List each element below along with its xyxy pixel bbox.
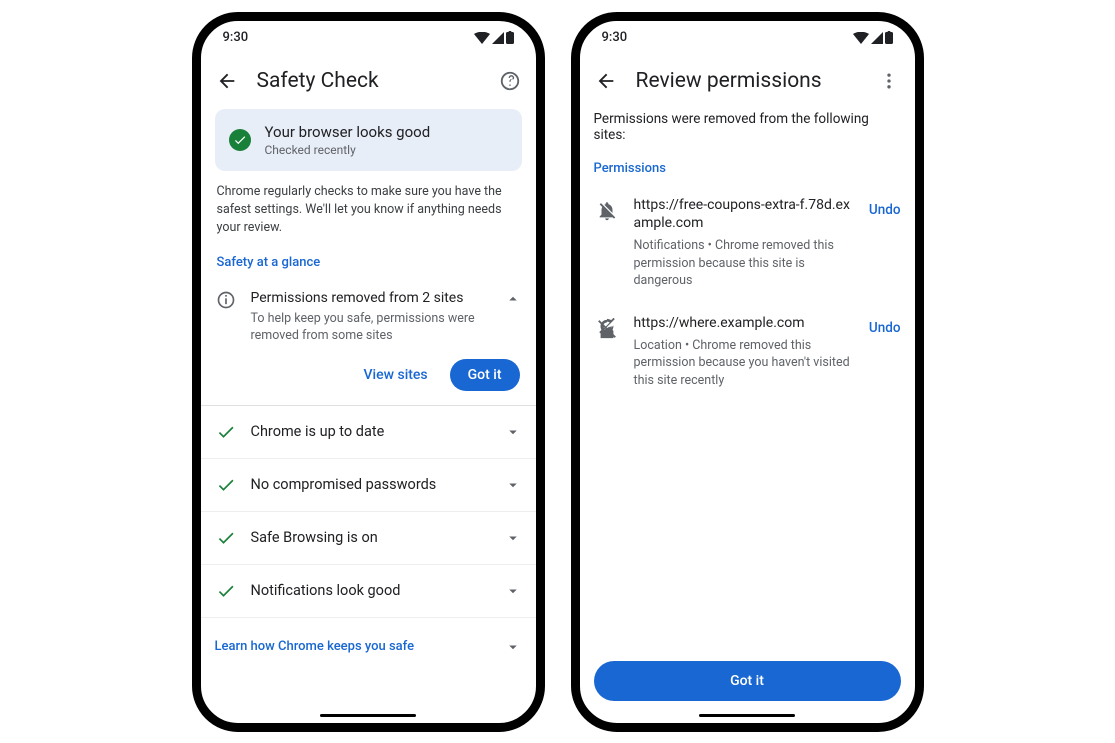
signal-icon xyxy=(492,32,504,44)
permissions-card: Permissions removed from 2 sites To help… xyxy=(201,276,536,406)
check-label: No compromised passwords xyxy=(251,476,490,493)
permissions-sub: To help keep you safe, permissions were … xyxy=(251,310,490,345)
status-time: 9:30 xyxy=(602,30,628,45)
check-icon xyxy=(215,528,237,548)
chevron-down-icon xyxy=(504,638,522,656)
arrow-back-icon xyxy=(595,70,617,92)
chevron-down-icon xyxy=(504,423,522,441)
status-icons xyxy=(474,31,514,44)
site-row: https://where.example.com Location • Chr… xyxy=(594,304,901,403)
undo-button[interactable]: Undo xyxy=(869,320,901,336)
undo-button[interactable]: Undo xyxy=(869,202,901,218)
chevron-up-icon[interactable] xyxy=(504,290,522,308)
site-url: https://where.example.com xyxy=(634,314,855,333)
chevron-down-icon xyxy=(504,476,522,494)
glance-label: Safety at a glance xyxy=(217,255,520,270)
check-row-safe-browsing[interactable]: Safe Browsing is on xyxy=(201,512,536,565)
site-desc: Location • Chrome removed this permissio… xyxy=(634,337,855,390)
check-label: Safe Browsing is on xyxy=(251,529,490,546)
check-icon xyxy=(215,475,237,495)
help-button[interactable] xyxy=(498,69,522,93)
status-bar: 9:30 xyxy=(580,21,915,55)
battery-icon xyxy=(885,31,893,44)
check-label: Notifications look good xyxy=(251,582,490,599)
info-icon xyxy=(215,290,237,310)
check-icon xyxy=(215,581,237,601)
app-bar: Review permissions xyxy=(580,55,915,107)
status-heading: Your browser looks good xyxy=(265,123,431,141)
back-button[interactable] xyxy=(594,69,618,93)
signal-icon xyxy=(871,32,883,44)
phone-right: 9:30 Review permissions Permissions were… xyxy=(571,12,924,732)
chevron-down-icon xyxy=(504,529,522,547)
status-bar: 9:30 xyxy=(201,21,536,55)
bell-off-icon xyxy=(594,198,620,224)
view-sites-button[interactable]: View sites xyxy=(350,359,442,391)
permissions-label: Permissions xyxy=(594,161,901,176)
phone-left: 9:30 Safety Check Your browser xyxy=(192,12,545,732)
battery-icon xyxy=(506,31,514,44)
check-icon xyxy=(215,422,237,442)
page-title: Safety Check xyxy=(257,69,480,93)
page-title: Review permissions xyxy=(636,69,859,93)
site-url: https://free-coupons-extra-f.78d.example… xyxy=(634,196,855,234)
got-it-button[interactable]: Got it xyxy=(594,661,901,701)
bottom-bar: Got it xyxy=(594,661,901,701)
arrow-back-icon xyxy=(216,70,238,92)
body-text: Chrome regularly checks to make sure you… xyxy=(217,183,520,237)
got-it-button[interactable]: Got it xyxy=(450,359,520,391)
wifi-icon xyxy=(474,32,490,44)
check-row-notifications[interactable]: Notifications look good xyxy=(201,565,536,618)
status-icons xyxy=(853,31,893,44)
check-row-update[interactable]: Chrome is up to date xyxy=(201,406,536,459)
intro-text: Permissions were removed from the follow… xyxy=(594,111,901,143)
learn-row[interactable]: Learn how Chrome keeps you safe xyxy=(215,628,522,666)
site-row: https://free-coupons-extra-f.78d.example… xyxy=(594,186,901,304)
location-off-icon xyxy=(594,316,620,342)
check-label: Chrome is up to date xyxy=(251,423,490,440)
check-row-passwords[interactable]: No compromised passwords xyxy=(201,459,536,512)
status-card: Your browser looks good Checked recently xyxy=(215,109,522,171)
check-circle-icon xyxy=(229,129,251,151)
chevron-down-icon xyxy=(504,582,522,600)
learn-link[interactable]: Learn how Chrome keeps you safe xyxy=(215,639,415,654)
more-vert-icon xyxy=(879,71,899,91)
site-desc: Notifications • Chrome removed this perm… xyxy=(634,237,855,290)
status-sub: Checked recently xyxy=(265,143,431,157)
more-button[interactable] xyxy=(877,69,901,93)
help-icon xyxy=(499,70,521,92)
back-button[interactable] xyxy=(215,69,239,93)
app-bar: Safety Check xyxy=(201,55,536,107)
permissions-title: Permissions removed from 2 sites xyxy=(251,290,490,306)
wifi-icon xyxy=(853,32,869,44)
status-time: 9:30 xyxy=(223,30,249,45)
